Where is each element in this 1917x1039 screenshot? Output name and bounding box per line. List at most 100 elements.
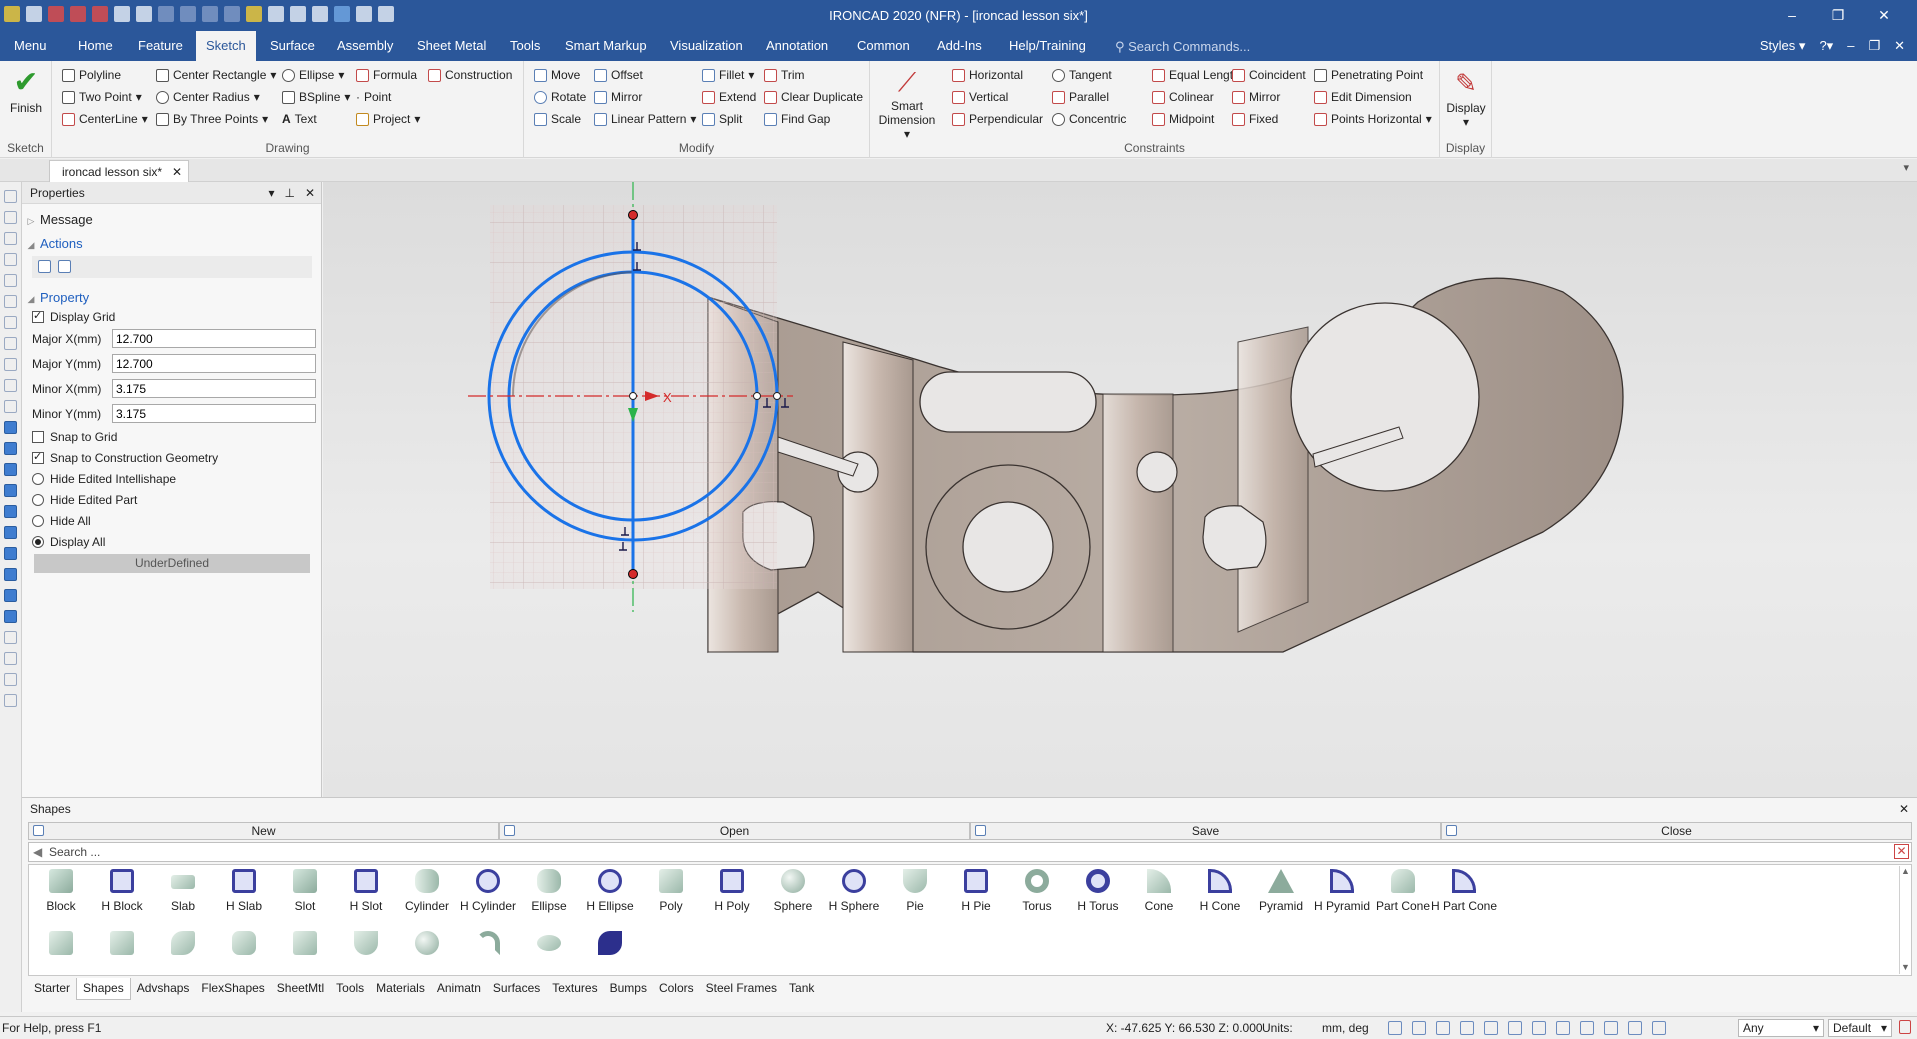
tab-tools[interactable]: Tools bbox=[508, 31, 542, 61]
ellipse-button[interactable]: Ellipse ▾ bbox=[282, 65, 344, 85]
shape-sphere[interactable]: Sphere bbox=[758, 869, 828, 919]
document-tab[interactable]: ironcad lesson six* ✕ bbox=[49, 160, 190, 182]
catalog-tab-tools[interactable]: Tools bbox=[330, 978, 370, 1000]
property-section[interactable]: ◢ Property bbox=[22, 290, 90, 305]
catalog-tab-flexshapes[interactable]: FlexShapes bbox=[195, 978, 270, 1000]
styles-dropdown[interactable]: Styles ▾ bbox=[1760, 38, 1806, 54]
shapes-close-icon[interactable]: ✕ bbox=[1899, 798, 1909, 820]
panel-close-icon[interactable]: ✕ bbox=[305, 182, 315, 204]
select-icon[interactable] bbox=[1604, 1021, 1618, 1035]
split-button[interactable]: Split bbox=[702, 109, 742, 129]
shape-h-pyramid[interactable]: H Pyramid bbox=[1307, 869, 1377, 919]
units-label[interactable]: Units: bbox=[1262, 1017, 1293, 1039]
shape-pyramid[interactable]: Pyramid bbox=[1246, 869, 1316, 919]
view-orientation-icon[interactable] bbox=[1556, 1021, 1570, 1035]
view-cube-icon[interactable] bbox=[1460, 1021, 1474, 1035]
tool-icon-10[interactable] bbox=[4, 379, 17, 392]
equal-length-constraint-button[interactable]: Equal Length bbox=[1152, 65, 1240, 85]
search-commands-input[interactable]: ⚲ Search Commands... bbox=[1115, 39, 1250, 55]
ribbon-restore-button[interactable]: ❐ bbox=[1868, 38, 1880, 54]
shape-h-part-cone[interactable]: H Part Cone bbox=[1429, 869, 1499, 919]
view-icon-9[interactable] bbox=[4, 589, 17, 602]
shape-part-cone[interactable]: Part Cone bbox=[1368, 869, 1438, 919]
shading-icon[interactable] bbox=[1532, 1021, 1546, 1035]
catalog-search-input[interactable]: ◀ Search ... ✕ bbox=[28, 842, 1912, 862]
catalog-tab-colors[interactable]: Colors bbox=[653, 978, 700, 1000]
tab-sheet-metal[interactable]: Sheet Metal bbox=[415, 31, 488, 61]
points-horizontal-button[interactable]: Points Horizontal ▾ bbox=[1314, 109, 1432, 129]
shape-h-pie[interactable]: H Pie bbox=[941, 869, 1011, 919]
view-icon-2[interactable] bbox=[4, 442, 17, 455]
catalog-tab-starter[interactable]: Starter bbox=[28, 978, 76, 1000]
restore-button[interactable]: ❐ bbox=[1815, 4, 1861, 26]
center-rectangle-button[interactable]: Center Rectangle ▾ bbox=[156, 65, 276, 85]
display-grid-checkbox[interactable]: Display Grid bbox=[32, 309, 115, 324]
shape-h-torus[interactable]: H Torus bbox=[1063, 869, 1133, 919]
catalog-tab-shapes[interactable]: Shapes bbox=[76, 978, 131, 1000]
lighting-icon[interactable] bbox=[1580, 1021, 1594, 1035]
clear-search-icon[interactable]: ✕ bbox=[1894, 844, 1909, 859]
pan-icon[interactable] bbox=[1484, 1021, 1498, 1035]
minor-x-input[interactable] bbox=[112, 379, 316, 398]
display-all-radio[interactable]: Display All bbox=[32, 535, 105, 549]
catalog-new-button[interactable]: New bbox=[28, 822, 499, 840]
ribbon-minimize-button[interactable]: – bbox=[1847, 38, 1854, 54]
shape-ramp[interactable] bbox=[270, 931, 340, 975]
shape-h-slab[interactable]: H Slab bbox=[209, 869, 279, 919]
tab-common[interactable]: Common bbox=[855, 31, 912, 61]
shape-pie[interactable]: Pie bbox=[880, 869, 950, 919]
perpendicular-constraint-button[interactable]: Perpendicular bbox=[952, 109, 1043, 129]
scale-button[interactable]: Scale bbox=[534, 109, 581, 129]
units-value[interactable]: mm, deg bbox=[1322, 1017, 1369, 1039]
tool-icon-14[interactable] bbox=[4, 673, 17, 686]
shape-poly[interactable]: Poly bbox=[636, 869, 706, 919]
tab-add-ins[interactable]: Add-Ins bbox=[935, 31, 984, 61]
edit-sketch-icon[interactable] bbox=[38, 260, 51, 273]
shape-h-ellipse[interactable]: H Ellipse bbox=[575, 869, 645, 919]
tab-help-training[interactable]: Help/Training bbox=[1007, 31, 1088, 61]
selection-filter-dropdown[interactable]: Any ▾ bbox=[1738, 1019, 1824, 1037]
resize-grip-icon[interactable] bbox=[1899, 1020, 1911, 1034]
shape-torus[interactable]: Torus bbox=[1002, 869, 1072, 919]
major-x-input[interactable] bbox=[112, 329, 316, 348]
close-window-button[interactable]: ✕ bbox=[1861, 4, 1907, 26]
shape-slot[interactable]: Slot bbox=[270, 869, 340, 919]
tangent-constraint-button[interactable]: Tangent bbox=[1052, 65, 1112, 85]
shape-h-sphere[interactable]: H Sphere bbox=[819, 869, 889, 919]
tool-icon-15[interactable] bbox=[4, 694, 17, 707]
extend-button[interactable]: Extend bbox=[702, 87, 756, 107]
style-dropdown[interactable]: Default ▾ bbox=[1828, 1019, 1892, 1037]
tool-icon-3[interactable] bbox=[4, 232, 17, 245]
coincident-constraint-button[interactable]: Coincident bbox=[1232, 65, 1306, 85]
actions-section[interactable]: ◢ Actions bbox=[22, 236, 83, 251]
tab-surface[interactable]: Surface bbox=[268, 31, 317, 61]
fixed-constraint-button[interactable]: Fixed bbox=[1232, 109, 1278, 129]
view-icon-3[interactable] bbox=[4, 463, 17, 476]
shape-slab[interactable]: Slab bbox=[148, 869, 218, 919]
orbit-icon[interactable] bbox=[1436, 1021, 1450, 1035]
catalog-tab-animatn[interactable]: Animatn bbox=[431, 978, 487, 1000]
vertical-constraint-button[interactable]: Vertical bbox=[952, 87, 1008, 107]
shape-cylinder[interactable]: Cylinder bbox=[392, 869, 462, 919]
two-point-button[interactable]: Two Point ▾ bbox=[62, 87, 142, 107]
zoom-icon[interactable] bbox=[1388, 1021, 1402, 1035]
shape-h-cylinder[interactable]: H Cylinder bbox=[453, 869, 523, 919]
major-y-input[interactable] bbox=[112, 354, 316, 373]
tool-icon-8[interactable] bbox=[4, 337, 17, 350]
horizontal-constraint-button[interactable]: Horizontal bbox=[952, 65, 1023, 85]
shape-tri-wedge[interactable] bbox=[87, 931, 157, 975]
hide-edited-part-radio[interactable]: Hide Edited Part bbox=[32, 493, 137, 507]
catalog-tab-steel-frames[interactable]: Steel Frames bbox=[700, 978, 783, 1000]
polyline-button[interactable]: Polyline bbox=[62, 65, 121, 85]
catalog-save-button[interactable]: Save bbox=[970, 822, 1441, 840]
view-icon-4[interactable] bbox=[4, 484, 17, 497]
by-three-points-button[interactable]: By Three Points ▾ bbox=[156, 109, 268, 129]
move-button[interactable]: Move bbox=[534, 65, 580, 85]
mirror-constraint-button[interactable]: Mirror bbox=[1232, 87, 1280, 107]
ribbon-close-button[interactable]: ✕ bbox=[1894, 38, 1905, 54]
tool-icon-9[interactable] bbox=[4, 358, 17, 371]
penetrating-point-button[interactable]: Penetrating Point bbox=[1314, 65, 1423, 85]
catalog-tab-advshaps[interactable]: Advshaps bbox=[131, 978, 196, 1000]
shape-h-slot[interactable]: H Slot bbox=[331, 869, 401, 919]
tool-icon-13[interactable] bbox=[4, 652, 17, 665]
